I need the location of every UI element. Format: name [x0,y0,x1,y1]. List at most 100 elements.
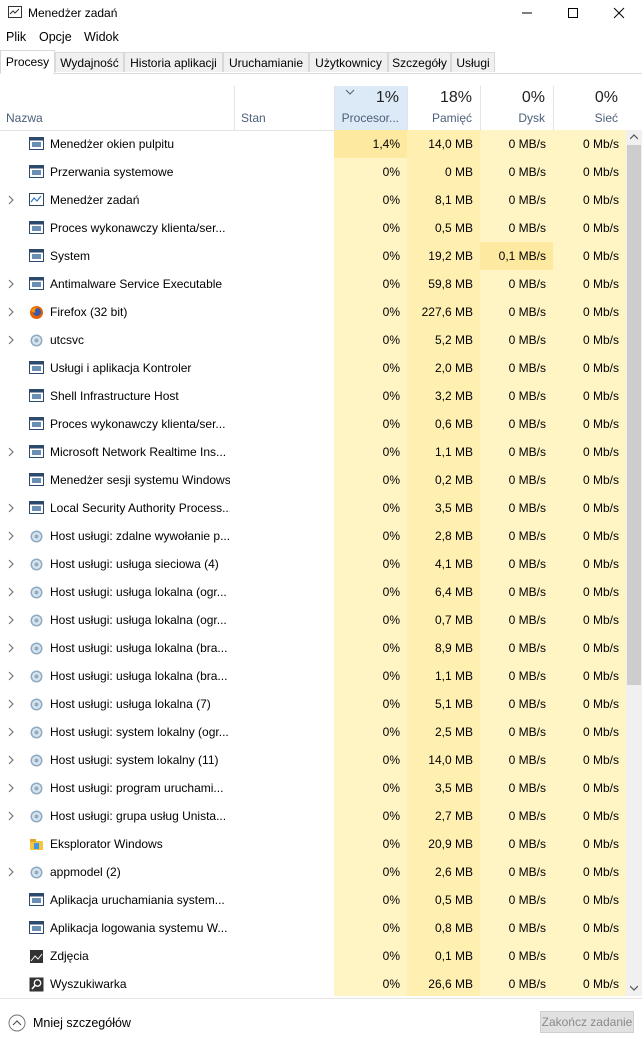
process-name: Antimalware Service Executable [50,277,223,291]
expand-chevron-icon[interactable] [7,503,15,513]
column-status[interactable]: Stan [234,86,334,130]
memory-total: 18% [439,89,472,106]
process-row[interactable]: Host usługi: system lokalny (ogr... 0% 2,5… [0,718,626,746]
tab-details[interactable]: Szczegóły [388,52,451,72]
process-memory: 8,1 MB [407,186,480,214]
process-row[interactable]: Host usługi: usługa lokalna (ogr... 0% 0,7… [0,606,626,634]
process-disk: 0 MB/s [480,662,553,690]
process-row[interactable]: Microsoft Network Realtime Ins... 0% 1,1 M… [0,438,626,466]
process-row[interactable]: Zdjęcia 0% 0,1 MB 0 MB/s 0 Mb/s [0,942,626,970]
task-manager-icon [29,193,44,206]
minimize-button[interactable] [504,0,550,26]
process-disk: 0 MB/s [480,298,553,326]
process-row[interactable]: utcsvc 0% 5,2 MB 0 MB/s 0 Mb/s [0,326,626,354]
column-disk[interactable]: 0% Dysk [480,86,553,130]
window-icon [29,417,44,430]
expand-chevron-icon[interactable] [7,307,15,317]
process-network: 0 Mb/s [553,550,626,578]
network-total: 0% [594,89,618,106]
expand-chevron-icon[interactable] [7,727,15,737]
process-row[interactable]: Eksplorator Windows 0% 20,9 MB 0 MB/s 0 Mb/s [0,830,626,858]
process-row[interactable]: Przerwania systemowe 0% 0 MB 0 MB/s 0 Mb/s [0,158,626,186]
expand-chevron-icon[interactable] [7,559,15,569]
process-row[interactable]: Proces wykonawczy klienta/ser... 0% 0,6 MB… [0,410,626,438]
scroll-down-icon[interactable] [630,985,638,991]
scrollbar-thumb[interactable] [627,145,641,685]
process-row[interactable]: Aplikacja uruchamiania system... 0% 0,5 MB… [0,886,626,914]
expand-chevron-icon[interactable] [7,783,15,793]
expand-chevron-icon[interactable] [7,615,15,625]
process-row[interactable]: Aplikacja logowania systemu W... 0% 0,8 MB… [0,914,626,942]
process-row[interactable]: Host usługi: program uruchami... 0% 3,5 MB… [0,774,626,802]
menu-view[interactable]: Widok [84,30,119,44]
column-name[interactable]: Nazwa [0,86,234,130]
process-row[interactable]: Local Security Authority Process... 0% 3,5… [0,494,626,522]
process-row[interactable]: System 0% 19,2 MB 0,1 MB/s 0 Mb/s [0,242,626,270]
tab-startup[interactable]: Uruchamianie [223,52,309,72]
expand-chevron-icon[interactable] [7,755,15,765]
less-details-link[interactable]: Mniej szczegółów [33,1016,131,1030]
tab-processes[interactable]: Procesy [0,50,55,74]
expand-chevron-icon[interactable] [7,587,15,597]
process-name: Host usługi: grupa usług Unista... [50,809,227,823]
process-name: Menedżer sesji systemu Windows [50,473,230,487]
collapse-circle-icon[interactable] [8,1014,26,1032]
column-cpu[interactable]: 1% Procesor... [334,86,407,130]
expand-chevron-icon[interactable] [7,699,15,709]
process-row[interactable]: Firefox (32 bit) 0% 227,6 MB 0 MB/s 0 Mb/s [0,298,626,326]
process-network: 0 Mb/s [553,326,626,354]
tab-services[interactable]: Usługi [451,52,495,72]
expand-chevron-icon[interactable] [7,811,15,821]
tab-users[interactable]: Użytkownicy [309,52,388,72]
process-network: 0 Mb/s [553,578,626,606]
process-row[interactable]: Host usługi: usługa sieciowa (4) 0% 4,1 MB… [0,550,626,578]
process-row[interactable]: Host usługi: zdalne wywołanie p... 0% 2,8 … [0,522,626,550]
process-memory: 0,8 MB [407,914,480,942]
process-row[interactable]: Host usługi: usługa lokalna (7) 0% 5,1 MB 0… [0,690,626,718]
expand-chevron-icon[interactable] [7,279,15,289]
process-row[interactable]: Menedżer zadań 0% 8,1 MB 0 MB/s 0 Mb/s [0,186,626,214]
gear-icon [29,557,44,571]
process-name: Proces wykonawczy klienta/ser... [50,221,226,235]
process-row[interactable]: Host usługi: usługa lokalna (ogr... 0% 6,4… [0,578,626,606]
expand-chevron-icon[interactable] [7,643,15,653]
process-row[interactable]: Host usługi: usługa lokalna (bra... 0% 1,1… [0,662,626,690]
title-bar[interactable]: Menedżer zadań [0,0,642,26]
process-row[interactable]: Usługi i aplikacja Kontroler 0% 2,0 MB 0 MB… [0,354,626,382]
process-row[interactable]: Host usługi: usługa lokalna (bra... 0% 8,9… [0,634,626,662]
process-row[interactable]: Wyszukiwarka 0% 26,6 MB 0 MB/s 0 Mb/s [0,970,626,996]
process-row[interactable]: Menedżer okien pulpitu 1,4% 14,0 MB 0 MB/s 0… [0,130,626,158]
maximize-button[interactable] [550,0,596,26]
expand-chevron-icon[interactable] [7,867,15,877]
process-memory: 14,0 MB [407,746,480,774]
process-cpu: 0% [334,382,407,410]
tab-app-history[interactable]: Historia aplikacji [124,52,223,72]
process-network: 0 Mb/s [553,690,626,718]
column-network[interactable]: 0% Sieć [553,86,626,130]
menu-options[interactable]: Opcje [39,30,72,44]
tab-performance[interactable]: Wydajność [55,52,124,72]
process-row[interactable]: Menedżer sesji systemu Windows 0% 0,2 MB 0 … [0,466,626,494]
expand-chevron-icon[interactable] [7,531,15,541]
process-row[interactable]: Host usługi: system lokalny (11) 0% 14,0 M… [0,746,626,774]
process-name: Firefox (32 bit) [50,305,128,319]
expand-chevron-icon[interactable] [7,671,15,681]
process-row[interactable]: Host usługi: grupa usług Unista... 0% 2,7 … [0,802,626,830]
process-row[interactable]: Antimalware Service Executable 0% 59,8 MB 0… [0,270,626,298]
process-row[interactable]: Proces wykonawczy klienta/ser... 0% 0,5 MB… [0,214,626,242]
window-icon [29,361,44,374]
process-row[interactable]: Shell Infrastructure Host 0% 3,2 MB 0 MB/s 0… [0,382,626,410]
process-name: Menedżer zadań [50,193,140,207]
column-memory[interactable]: 18% Pamięć [407,86,480,130]
end-task-button[interactable]: Zakończ zadanie [540,1011,634,1033]
expand-chevron-icon[interactable] [7,335,15,345]
scroll-up-icon[interactable] [630,134,638,140]
process-row[interactable]: appmodel (2) 0% 2,6 MB 0 MB/s 0 Mb/s [0,858,626,886]
expand-chevron-icon[interactable] [7,447,15,457]
process-disk: 0 MB/s [480,410,553,438]
expand-chevron-icon[interactable] [7,195,15,205]
process-memory: 2,8 MB [407,522,480,550]
close-button[interactable] [596,0,642,26]
process-name: Wyszukiwarka [50,977,127,991]
menu-file[interactable]: Plik [6,30,26,44]
